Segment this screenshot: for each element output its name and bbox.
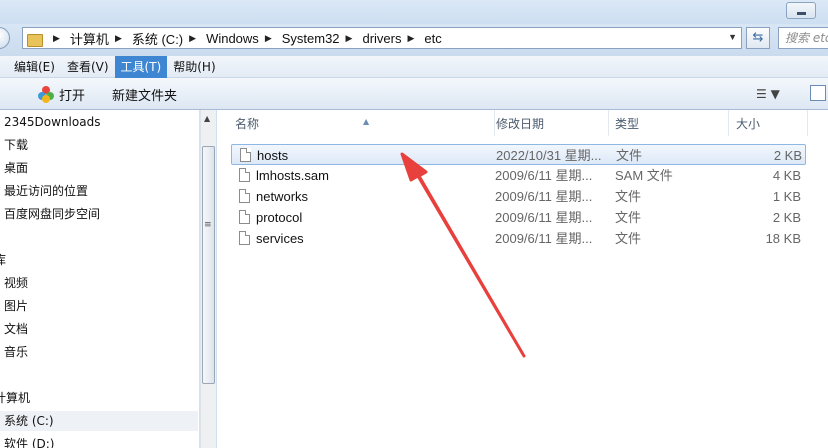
file-type: 文件 <box>616 148 643 163</box>
window-titlebar <box>0 0 828 24</box>
nav-item-libraries[interactable]: 库 <box>0 250 6 270</box>
nav-item-music[interactable]: 音乐 <box>4 342 28 362</box>
breadcrumb-computer[interactable]: 计算机 <box>70 29 109 48</box>
file-row-lmhosts[interactable]: lmhosts.sam 2009/6/11 星期... SAM 文件 4 KB <box>231 165 806 186</box>
file-type: SAM 文件 <box>615 168 673 183</box>
nav-item-computer[interactable]: 计算机 <box>0 388 30 408</box>
nav-item-baidu-sync[interactable]: 百度网盘同步空间 <box>4 204 100 224</box>
refresh-button[interactable]: ⇆ <box>746 27 770 49</box>
column-date-label: 修改日期 <box>496 117 545 131</box>
breadcrumb-drivers[interactable]: drivers <box>362 31 401 46</box>
column-header-size[interactable]: 大小 <box>728 110 808 136</box>
nav-item-2345downloads[interactable]: 2345Downloads <box>4 112 100 132</box>
minimize-button[interactable] <box>786 2 816 19</box>
file-name: hosts <box>257 148 289 163</box>
file-name: networks <box>256 189 309 204</box>
breadcrumb-windows[interactable]: Windows <box>206 31 259 46</box>
file-size: 1 KB <box>772 189 801 204</box>
nav-item-pictures[interactable]: 图片 <box>4 296 28 316</box>
open-with-icon <box>38 86 54 103</box>
address-dropdown-icon[interactable]: ▼ <box>728 32 737 42</box>
column-header-name[interactable]: 名称 ▲ <box>227 110 495 136</box>
chevron-right-icon[interactable]: ▶ <box>265 33 272 44</box>
new-folder-button[interactable]: 新建文件夹 <box>112 84 177 104</box>
file-row-protocol[interactable]: protocol 2009/6/11 星期... 文件 2 KB <box>231 207 806 228</box>
open-button[interactable]: 打开 <box>38 84 85 104</box>
column-header-type[interactable]: 类型 <box>607 110 729 136</box>
chevron-right-icon[interactable]: ▶ <box>115 33 122 44</box>
file-list-pane: 名称 ▲ 修改日期 类型 大小 hosts 2022/10/31 星期... 文… <box>217 110 828 448</box>
address-row: ▶ 计算机 ▶ 系统 (C:) ▶ Windows ▶ System32 ▶ d… <box>0 24 828 56</box>
file-icon <box>239 210 250 224</box>
view-options-icon[interactable]: ☰ ▼ <box>756 87 780 101</box>
nav-item-recent-places[interactable]: 最近访问的位置 <box>4 181 88 201</box>
sort-ascending-icon: ▲ <box>363 117 370 126</box>
nav-item-software-d[interactable]: 软件 (D:) <box>4 434 54 448</box>
chevron-right-icon[interactable]: ▶ <box>407 33 414 44</box>
command-toolbar: 打开 新建文件夹 ☰ ▼ <box>0 78 828 110</box>
menu-tools[interactable]: 工具(T) <box>114 55 168 78</box>
address-bar[interactable]: ▶ 计算机 ▶ 系统 (C:) ▶ Windows ▶ System32 ▶ d… <box>22 27 742 49</box>
file-row-hosts[interactable]: hosts 2022/10/31 星期... 文件 2 KB <box>231 144 806 165</box>
file-size: 4 KB <box>772 168 801 183</box>
file-type: 文件 <box>615 231 642 246</box>
file-size: 18 KB <box>765 231 801 246</box>
nav-item-videos[interactable]: 视频 <box>4 273 28 293</box>
file-size: 2 KB <box>772 210 801 225</box>
file-icon <box>239 168 250 182</box>
navigation-scrollbar[interactable]: ▲ ≡ <box>200 110 216 448</box>
back-button[interactable] <box>0 27 10 49</box>
breadcrumb-system32[interactable]: System32 <box>282 31 340 46</box>
breadcrumb-etc[interactable]: etc <box>424 31 441 46</box>
nav-item-documents[interactable]: 文档 <box>4 319 28 339</box>
file-date: 2022/10/31 星期... <box>496 148 602 163</box>
file-icon <box>239 189 250 203</box>
chevron-right-icon[interactable]: ▶ <box>53 33 60 44</box>
scroll-grip-icon: ≡ <box>204 220 212 230</box>
new-folder-label: 新建文件夹 <box>112 88 178 104</box>
preview-pane-icon[interactable] <box>810 85 826 101</box>
navigation-pane: 2345Downloads 下载 桌面 最近访问的位置 百度网盘同步空间 库 视… <box>0 110 200 448</box>
menu-view[interactable]: 查看(V) <box>61 56 115 78</box>
file-name: protocol <box>256 210 303 225</box>
file-date: 2009/6/11 星期... <box>495 189 593 204</box>
minimize-icon <box>797 12 806 15</box>
column-name-label: 名称 <box>235 117 260 131</box>
column-size-label: 大小 <box>736 117 761 131</box>
file-icon <box>239 231 250 245</box>
nav-item-downloads[interactable]: 下载 <box>4 135 28 155</box>
open-label: 打开 <box>59 88 86 104</box>
file-date: 2009/6/11 星期... <box>495 210 593 225</box>
folder-icon <box>27 32 43 47</box>
file-name: lmhosts.sam <box>256 168 329 183</box>
chevron-right-icon[interactable]: ▶ <box>189 33 196 44</box>
file-date: 2009/6/11 星期... <box>495 231 593 246</box>
file-date: 2009/6/11 星期... <box>495 168 593 183</box>
menu-help[interactable]: 帮助(H) <box>167 56 221 78</box>
file-type: 文件 <box>615 210 642 225</box>
nav-item-desktop[interactable]: 桌面 <box>4 158 28 178</box>
scrollbar-thumb[interactable] <box>202 146 215 384</box>
file-icon <box>240 148 251 162</box>
file-size: 2 KB <box>773 148 802 163</box>
refresh-icon: ⇆ <box>752 30 764 45</box>
scroll-up-icon[interactable]: ▲ <box>204 114 210 123</box>
file-row-services[interactable]: services 2009/6/11 星期... 文件 18 KB <box>231 228 806 249</box>
menu-bar: 编辑(E) 查看(V) 工具(T) 帮助(H) <box>0 55 828 78</box>
search-input[interactable]: 搜索 etc <box>778 27 828 49</box>
breadcrumb-system-c[interactable]: 系统 (C:) <box>132 29 183 48</box>
menu-edit[interactable]: 编辑(E) <box>8 56 61 78</box>
file-type: 文件 <box>615 189 642 204</box>
column-header-date[interactable]: 修改日期 <box>488 110 609 136</box>
nav-item-system-c[interactable]: 系统 (C:) <box>0 411 198 431</box>
file-name: services <box>256 231 304 246</box>
column-type-label: 类型 <box>615 117 640 131</box>
chevron-right-icon[interactable]: ▶ <box>346 33 353 44</box>
file-row-networks[interactable]: networks 2009/6/11 星期... 文件 1 KB <box>231 186 806 207</box>
